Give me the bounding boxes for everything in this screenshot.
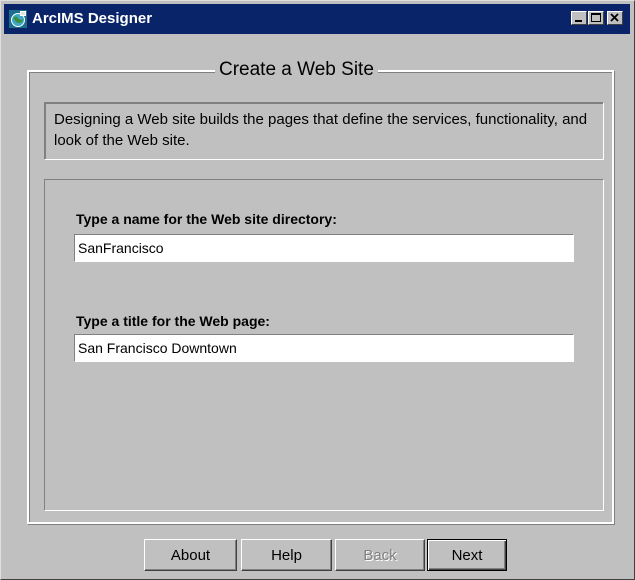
- back-button[interactable]: Back: [335, 539, 425, 571]
- maximize-button[interactable]: [588, 11, 604, 25]
- page-title-input[interactable]: [74, 334, 574, 362]
- maximize-icon: [591, 13, 601, 22]
- directory-label: Type a name for the Web site directory:: [76, 211, 337, 227]
- minimize-icon: [575, 20, 582, 22]
- help-button[interactable]: Help: [241, 539, 332, 571]
- minimize-button[interactable]: [571, 11, 587, 25]
- about-button[interactable]: About: [144, 539, 237, 571]
- next-button[interactable]: Next: [427, 539, 507, 571]
- arcims-designer-window: ArcIMS Designer Create a Web Site Design…: [0, 0, 635, 580]
- page-title: Create a Web Site: [215, 58, 378, 82]
- description-text: Designing a Web site builds the pages th…: [54, 111, 588, 149]
- arcims-globe-icon: [9, 10, 27, 28]
- directory-name-input[interactable]: [74, 234, 574, 262]
- window-title: ArcIMS Designer: [32, 10, 153, 27]
- close-button[interactable]: [607, 11, 623, 25]
- close-icon: [610, 13, 619, 22]
- title-bar[interactable]: ArcIMS Designer: [4, 4, 630, 34]
- page-title-label: Type a title for the Web page:: [76, 313, 270, 329]
